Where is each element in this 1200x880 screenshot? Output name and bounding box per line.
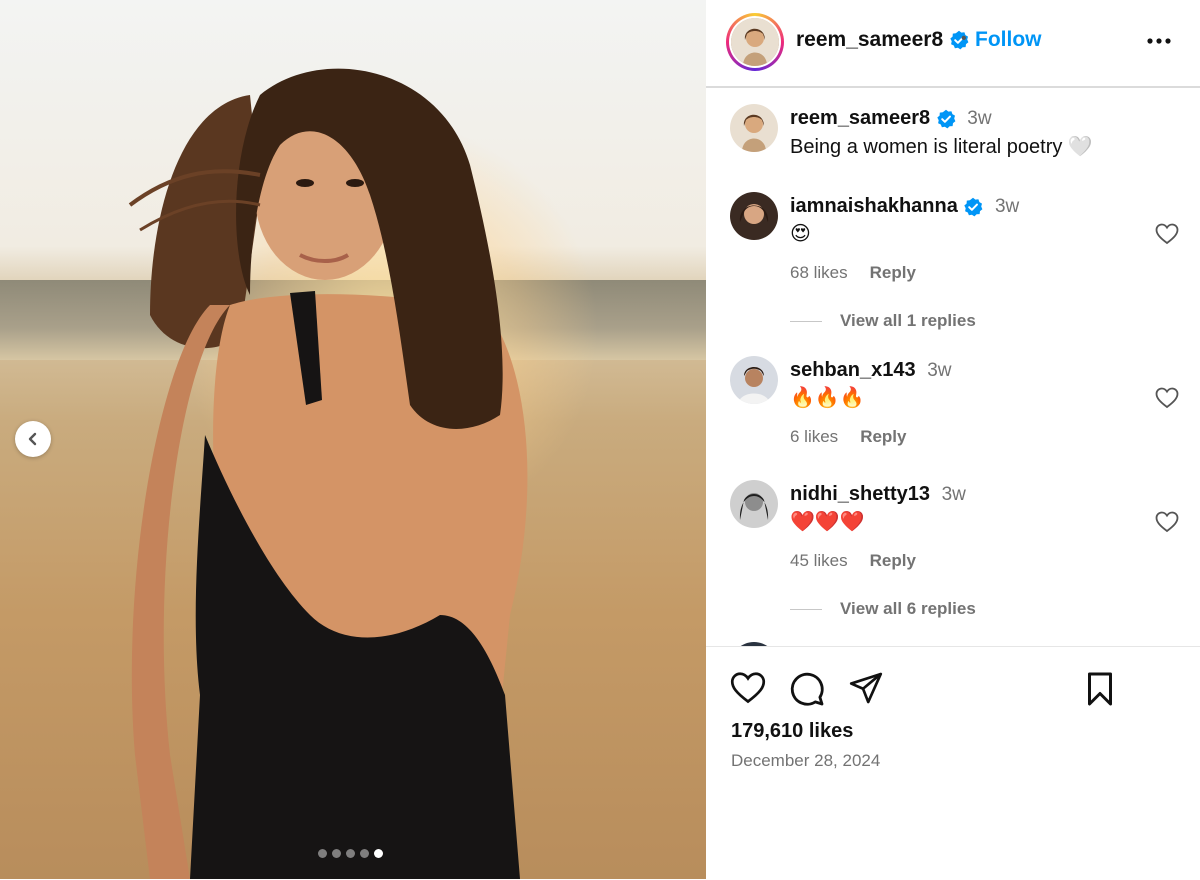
replies-divider: [790, 320, 822, 322]
heart-outline-icon: [1155, 387, 1179, 409]
comment-username-text[interactable]: sehban_x143: [790, 359, 916, 381]
like-count[interactable]: 179,610 likes: [731, 720, 853, 743]
comment-likes[interactable]: 68 likes: [790, 263, 848, 282]
comment-username[interactable]: nidhi_shetty13 3w: [790, 483, 966, 506]
comment-likes[interactable]: 45 likes: [790, 551, 848, 570]
comment-button[interactable]: [789, 671, 825, 712]
view-replies-button[interactable]: View all 1 replies: [790, 311, 976, 331]
view-replies-text[interactable]: View all 6 replies: [840, 599, 976, 619]
avatar-photo: [730, 192, 778, 240]
heart-outline-icon: [1155, 511, 1179, 533]
post-side-panel: reem_sameer8 • Follow reem_sameer8 3w Be…: [706, 0, 1200, 879]
comment-username-text[interactable]: nidhi_shetty13: [790, 483, 930, 505]
carousel-prev-button[interactable]: [15, 421, 51, 457]
avatar-photo: [731, 18, 779, 66]
view-replies-button[interactable]: View all 6 replies: [790, 599, 976, 619]
replies-divider: [790, 608, 822, 610]
carousel-dot: [346, 849, 355, 858]
comments-list[interactable]: reem_sameer8 3w Being a women is literal…: [706, 88, 1200, 646]
avatar[interactable]: [731, 18, 779, 66]
comment-avatar[interactable]: [730, 480, 778, 528]
comment-time: 3w: [941, 484, 966, 505]
carousel-indicator: [318, 849, 383, 858]
carousel-dot: [360, 849, 369, 858]
comment-text: ❤️❤️❤️: [790, 511, 865, 533]
caption-text: Being a women is literal poetry 🤍: [790, 136, 1093, 158]
post-header: reem_sameer8 • Follow: [706, 0, 1200, 88]
caption-username[interactable]: reem_sameer8 3w: [790, 107, 992, 130]
comment-text: 😍: [790, 223, 811, 245]
carousel-dot: [332, 849, 341, 858]
more-options-button[interactable]: [1146, 28, 1172, 59]
verified-badge-icon: [936, 109, 956, 129]
comment-likes[interactable]: 6 likes: [790, 427, 838, 446]
comment-username[interactable]: sehban_x143 3w: [790, 359, 952, 382]
paper-plane-icon: [849, 672, 883, 704]
comment-time: 3w: [927, 360, 952, 381]
caption-username-text[interactable]: reem_sameer8: [790, 107, 930, 129]
story-ring[interactable]: [726, 13, 784, 71]
comment-time: 3w: [994, 196, 1020, 217]
header-username-text[interactable]: reem_sameer8: [796, 28, 943, 51]
save-button[interactable]: [1084, 671, 1116, 712]
carousel-dot: [318, 849, 327, 858]
avatar-photo: [730, 480, 778, 528]
comment-text: 🔥🔥🔥: [790, 387, 865, 409]
comment-meta: 45 likes Reply: [790, 551, 938, 571]
comment-meta: 68 likes Reply: [790, 263, 938, 283]
comment-like-button[interactable]: [1155, 387, 1179, 414]
more-horizontal-icon: [1147, 38, 1171, 44]
view-replies-text[interactable]: View all 1 replies: [840, 311, 976, 331]
caption-avatar[interactable]: [730, 104, 778, 152]
photo-subject: [128, 68, 528, 879]
reply-button[interactable]: Reply: [860, 427, 906, 446]
comment-like-button[interactable]: [1155, 223, 1179, 250]
bookmark-icon: [1088, 672, 1112, 706]
heart-outline-icon: [1155, 223, 1179, 245]
follow-button[interactable]: Follow: [975, 28, 1042, 52]
like-button[interactable]: [730, 671, 766, 710]
comment-bubble-icon: [790, 672, 824, 706]
carousel-dot-active: [374, 849, 383, 858]
header-separator: •: [961, 30, 967, 47]
post-media[interactable]: [0, 0, 706, 879]
comment-like-button[interactable]: [1155, 511, 1179, 538]
comment-username[interactable]: iamnaishakhanna 3w: [790, 195, 1019, 218]
header-username[interactable]: reem_sameer8: [796, 28, 969, 52]
post-actions: 179,610 likes December 28, 2024: [706, 646, 1200, 880]
avatar-photo: [730, 104, 778, 152]
post-date: December 28, 2024: [731, 751, 881, 770]
comment-meta: 6 likes Reply: [790, 427, 928, 447]
heart-outline-icon: [730, 672, 766, 704]
chevron-left-icon: [28, 432, 37, 446]
avatar-photo: [730, 356, 778, 404]
comment-avatar[interactable]: [730, 192, 778, 240]
reply-button[interactable]: Reply: [870, 263, 916, 282]
verified-badge-icon: [964, 197, 983, 217]
reply-button[interactable]: Reply: [870, 551, 916, 570]
share-button[interactable]: [848, 671, 884, 710]
caption-time: 3w: [967, 108, 992, 129]
comment-avatar[interactable]: [730, 356, 778, 404]
comment-username-text[interactable]: iamnaishakhanna: [790, 195, 958, 217]
